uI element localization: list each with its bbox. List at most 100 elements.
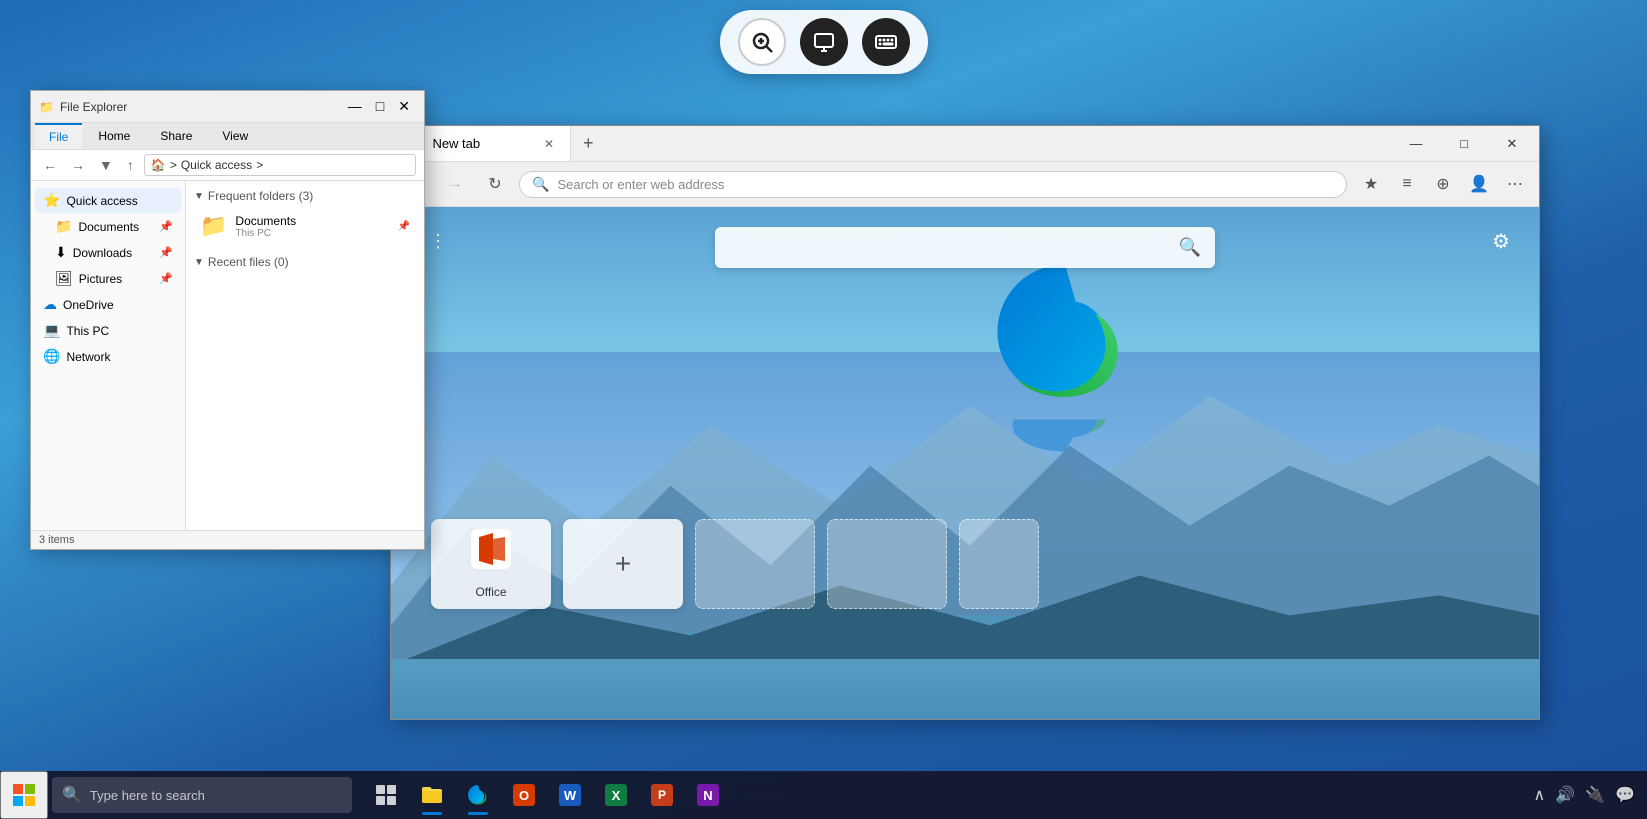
edge-tab-close-btn[interactable]: ✕	[544, 137, 554, 151]
quick-link-office[interactable]: Office	[431, 519, 551, 609]
edge-close-btn[interactable]: ✕	[1489, 126, 1535, 162]
remote-button[interactable]	[800, 18, 848, 66]
edge-address-text: Search or enter web address	[557, 177, 724, 192]
fe-close-btn[interactable]: ✕	[392, 96, 416, 117]
sidebar-label-quick-access: Quick access	[66, 194, 137, 208]
taskbar-app-task-view[interactable]	[364, 773, 408, 817]
edge-maximize-btn[interactable]: □	[1441, 126, 1487, 162]
edge-settings-btn[interactable]: ⚙	[1483, 223, 1519, 259]
taskbar-system-icons: ∧ 🔊 🔌 💬	[1534, 785, 1635, 805]
downloads-pin-icon: 📌	[159, 246, 173, 259]
folder-icon-documents: 📁	[200, 213, 227, 239]
quick-link-empty-1[interactable]	[695, 519, 815, 609]
edge-more-btn[interactable]: ⋯	[1499, 168, 1531, 200]
fe-main: ⭐ Quick access 📁 Documents 📌 ⬇ Downloads…	[31, 181, 424, 530]
edge-favorites-bar-btn[interactable]: ≡	[1391, 168, 1423, 200]
folder-path-documents: This PC	[235, 228, 296, 239]
tab-view[interactable]: View	[208, 123, 262, 149]
zoom-button[interactable]	[738, 18, 786, 66]
taskbar-app-onenote[interactable]: N	[686, 773, 730, 817]
tab-file[interactable]: File	[35, 123, 82, 149]
taskbar-app-office-hub[interactable]: O	[502, 773, 546, 817]
edge-addressbar[interactable]: 🔍 Search or enter web address	[519, 171, 1347, 198]
edge-tab-label: New tab	[432, 136, 480, 151]
sidebar-label-documents: Documents	[78, 220, 139, 234]
taskbar-app-edge[interactable]	[456, 773, 500, 817]
taskbar: 🔍	[0, 771, 1647, 819]
taskbar-search-input[interactable]	[90, 788, 342, 803]
sidebar-item-onedrive[interactable]: ☁ OneDrive	[35, 292, 181, 317]
taskbar-chevron-icon[interactable]: ∧	[1534, 785, 1546, 805]
sidebar-item-network[interactable]: 🌐 Network	[35, 344, 181, 369]
quick-link-empty-2[interactable]	[827, 519, 947, 609]
frequent-folders-label: Frequent folders (3)	[208, 189, 313, 203]
search-submit-icon: 🔍	[1179, 237, 1201, 258]
fe-content: ▼ Frequent folders (3) 📁 Documents This …	[186, 181, 424, 530]
fe-folder-icon: 📁	[39, 100, 54, 114]
fe-addressbar: ← → ▼ ↑ 🏠 > Quick access >	[31, 150, 424, 181]
edge-refresh-btn[interactable]: ↻	[479, 168, 511, 200]
quick-access-icon: ⭐	[43, 192, 60, 209]
edge-search-box[interactable]: 🔍	[715, 227, 1215, 268]
fe-breadcrumb[interactable]: 🏠 > Quick access >	[144, 154, 416, 176]
office-hub-icon: O	[513, 784, 535, 806]
fe-ribbon: File Home Share View	[31, 123, 424, 150]
fe-forward-btn[interactable]: →	[67, 155, 89, 175]
fe-maximize-btn[interactable]: □	[370, 96, 390, 117]
taskbar-search[interactable]: 🔍	[52, 777, 352, 813]
keyboard-button[interactable]	[862, 18, 910, 66]
taskbar-network-icon[interactable]: 🔌	[1585, 785, 1605, 805]
fe-path-text: Quick access	[181, 158, 252, 172]
recent-chevron-icon: ▼	[194, 257, 204, 268]
edge-collections-btn[interactable]: ⊕	[1427, 168, 1459, 200]
edge-new-tab-btn[interactable]: +	[571, 126, 606, 161]
sidebar-item-quick-access[interactable]: ⭐ Quick access	[35, 188, 181, 213]
office-label: Office	[475, 585, 506, 599]
quick-link-add[interactable]: +	[563, 519, 683, 609]
taskbar-start-btn[interactable]	[0, 771, 48, 819]
edge-favorite-btn[interactable]: ★	[1355, 168, 1387, 200]
folder-item-documents[interactable]: 📁 Documents This PC 📌	[194, 209, 416, 243]
quick-link-empty-3[interactable]	[959, 519, 1039, 609]
edge-forward-btn[interactable]: →	[439, 168, 471, 200]
tab-share[interactable]: Share	[146, 123, 206, 149]
taskbar-app-file-explorer[interactable]	[410, 773, 454, 817]
add-icon: +	[615, 548, 631, 580]
edge-minimize-btn[interactable]: —	[1393, 126, 1439, 162]
new-tab-background	[391, 207, 1539, 719]
search-icon: 🔍	[532, 176, 549, 193]
fe-back-btn[interactable]: ←	[39, 155, 61, 175]
sidebar-item-pictures[interactable]: 🖼 Pictures 📌	[35, 266, 181, 291]
fe-status-text: 3 items	[39, 534, 74, 546]
plus-icon: +	[583, 133, 594, 154]
taskbar-apps: O W X P N	[364, 773, 730, 817]
documents-pin-icon: 📌	[159, 220, 173, 233]
tab-home[interactable]: Home	[84, 123, 144, 149]
frequent-folders-header[interactable]: ▼ Frequent folders (3)	[194, 189, 416, 203]
sidebar-item-this-pc[interactable]: 💻 This PC	[35, 318, 181, 343]
edge-search-input[interactable]	[729, 240, 1169, 256]
edge-profile-btn[interactable]: 👤	[1463, 168, 1495, 200]
taskbar-app-word[interactable]: W	[548, 773, 592, 817]
sidebar-item-documents[interactable]: 📁 Documents 📌	[35, 214, 181, 239]
sidebar-label-onedrive: OneDrive	[63, 298, 114, 312]
sidebar-item-downloads[interactable]: ⬇ Downloads 📌	[35, 240, 181, 265]
fe-minimize-btn[interactable]: —	[342, 96, 368, 117]
taskbar-app-excel[interactable]: X	[594, 773, 638, 817]
task-view-icon	[375, 784, 397, 806]
taskbar-app-powerpoint[interactable]: P	[640, 773, 684, 817]
edge-titlebar: 🌐 New tab ✕ + — □ ✕	[391, 126, 1539, 162]
floating-toolbar	[720, 10, 928, 74]
fe-titlebar: 📁 File Explorer — □ ✕	[31, 91, 424, 123]
fe-up-btn[interactable]: ↑	[123, 155, 138, 175]
edge-toolbar-actions: ★ ≡ ⊕ 👤 ⋯	[1355, 168, 1531, 200]
fe-sidebar: ⭐ Quick access 📁 Documents 📌 ⬇ Downloads…	[31, 181, 186, 530]
documents-icon: 📁	[55, 218, 72, 235]
file-explorer-icon	[420, 783, 444, 807]
pictures-icon: 🖼	[55, 270, 73, 287]
this-pc-icon: 💻	[43, 322, 60, 339]
taskbar-volume-icon[interactable]: 🔊	[1555, 785, 1575, 805]
taskbar-notification-icon[interactable]: 💬	[1615, 785, 1635, 805]
recent-files-header[interactable]: ▼ Recent files (0)	[194, 255, 416, 269]
fe-recent-btn[interactable]: ▼	[95, 155, 117, 175]
